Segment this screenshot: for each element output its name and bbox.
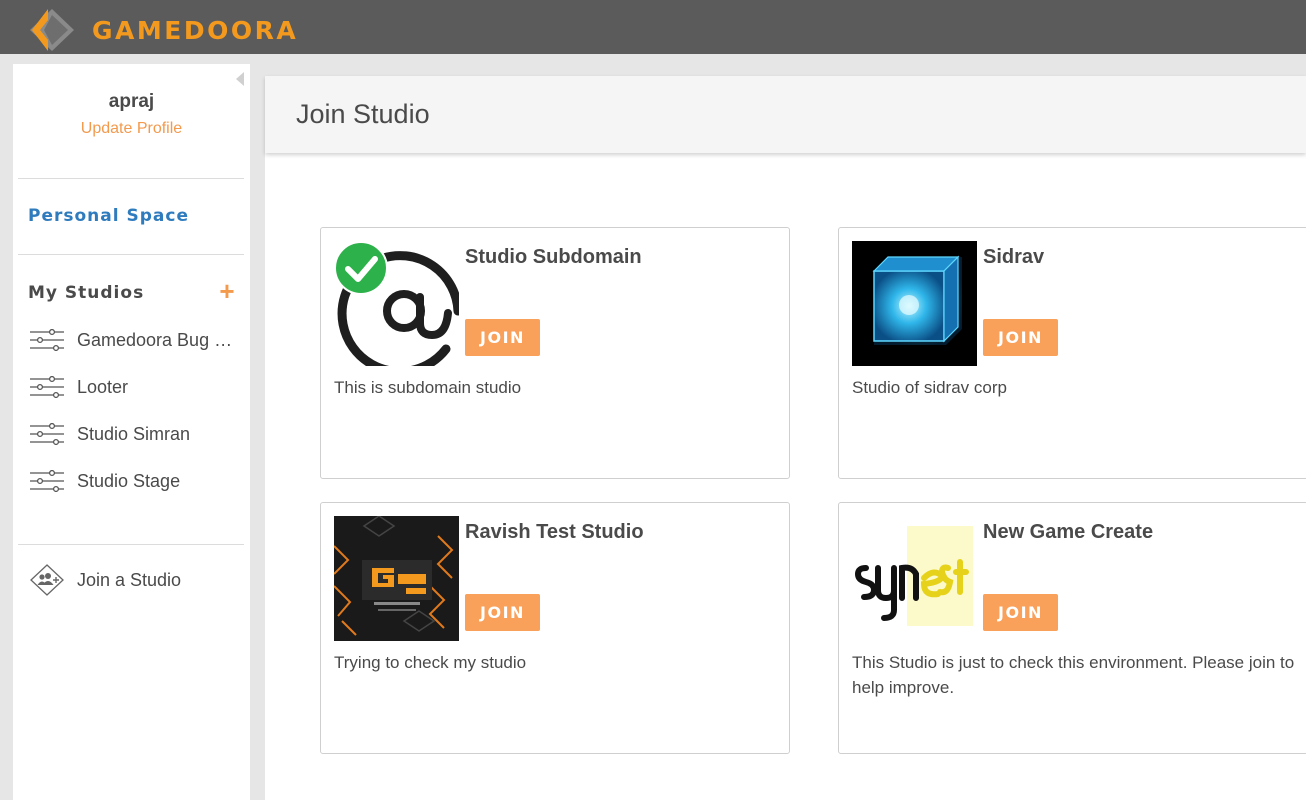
sidebar-item-studio[interactable]: Looter: [30, 372, 235, 402]
brand-name: GAMEDOORA: [92, 15, 299, 45]
update-profile-link[interactable]: Update Profile: [13, 120, 250, 138]
sidebar: apraj Update Profile Personal Space My S…: [13, 64, 250, 800]
join-a-studio-link[interactable]: Join a Studio: [30, 564, 235, 596]
studio-thumbnail: [852, 241, 977, 366]
glowing-cube-image: [852, 241, 977, 366]
sidebar-item-studio[interactable]: Gamedoora Bug …: [30, 325, 235, 355]
studio-description: This Studio is just to check this enviro…: [852, 653, 1295, 697]
studio-name: Studio Subdomain: [465, 246, 642, 268]
join-a-studio-label: Join a Studio: [77, 569, 182, 590]
studio-thumbnail: [334, 516, 459, 641]
at-sign-checkmark-image: [334, 241, 459, 366]
sidebar-item-label: Studio Simran: [77, 423, 191, 444]
collapse-sidebar-icon[interactable]: [236, 72, 244, 86]
divider: [18, 178, 244, 179]
personal-space-link[interactable]: Personal Space: [28, 206, 189, 226]
studio-description: Trying to check my studio: [334, 653, 527, 672]
join-button[interactable]: JOIN: [983, 319, 1058, 356]
sidebar-item-label: Gamedoora Bug …: [77, 329, 233, 350]
studio-name: Ravish Test Studio: [465, 521, 644, 543]
sliders-icon: [30, 423, 64, 445]
page-title: Join Studio: [296, 99, 430, 129]
divider: [18, 544, 244, 545]
gamefest-poster-image: [334, 516, 459, 641]
brand[interactable]: GAMEDOORA: [30, 9, 298, 51]
join-button[interactable]: JOIN: [983, 594, 1058, 631]
sidebar-item-studio[interactable]: Studio Stage: [30, 466, 235, 496]
sidebar-item-label: Studio Stage: [77, 470, 181, 491]
sidebar-item-label: Looter: [77, 376, 129, 397]
studio-description: Studio of sidrav corp: [852, 378, 1007, 397]
sliders-icon: [30, 470, 64, 492]
studio-thumbnail: [334, 241, 459, 366]
page-header: Join Studio: [265, 76, 1306, 153]
group-add-icon: [30, 564, 64, 596]
join-button[interactable]: JOIN: [465, 319, 540, 356]
sliders-icon: [30, 376, 64, 398]
my-studios-heading: My Studios: [28, 283, 145, 303]
studio-card: New Game Create JOIN This Studio is just…: [838, 502, 1306, 754]
studio-thumbnail: [852, 516, 977, 641]
gamedoora-logo-icon: [30, 9, 74, 51]
plus-icon[interactable]: +: [218, 278, 236, 304]
main-content: Join Studio Studio Subdomain JOIN This i…: [265, 76, 1306, 800]
studio-card: Ravish Test Studio JOIN Trying to check …: [320, 502, 790, 754]
studio-card: Studio Subdomain JOIN This is subdomain …: [320, 227, 790, 479]
top-navbar: GAMEDOORA: [0, 0, 1306, 54]
divider: [18, 254, 244, 255]
synestudio-logo-image: [852, 516, 977, 641]
studio-description: This is subdomain studio: [334, 378, 522, 397]
studio-card: Sidrav JOIN Studio of sidrav corp: [838, 227, 1306, 479]
studio-name: Sidrav: [983, 246, 1045, 268]
studio-name: New Game Create: [983, 521, 1154, 543]
sidebar-item-studio[interactable]: Studio Simran: [30, 419, 235, 449]
sliders-icon: [30, 329, 64, 351]
join-button[interactable]: JOIN: [465, 594, 540, 631]
user-name: apraj: [108, 91, 155, 112]
